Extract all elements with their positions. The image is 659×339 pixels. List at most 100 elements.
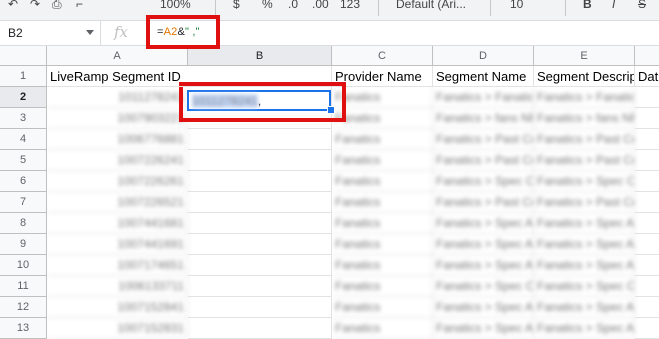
segment-description-cell[interactable]: Fanatics > Past Consumers who hav: [534, 150, 635, 171]
data-cell[interactable]: [635, 87, 659, 108]
segment-name-cell[interactable]: Fanatics > Past Consumers who hav: [433, 129, 534, 150]
undo-icon[interactable]: ↶: [8, 0, 18, 14]
data-cell[interactable]: [635, 129, 659, 150]
provider-name-cell[interactable]: Fanatics: [332, 255, 433, 276]
provider-name-cell[interactable]: Fanatics: [332, 87, 433, 108]
concat-cell[interactable]: [188, 297, 332, 318]
data-cell[interactable]: [635, 234, 659, 255]
segment-name-cell[interactable]: Fanatics > Spec Consumers who hav: [433, 171, 534, 192]
header-cell-segment-description[interactable]: Segment Descripti: [534, 66, 635, 87]
provider-name-cell[interactable]: Fanatics: [332, 192, 433, 213]
segment-name-cell[interactable]: Fanatics > Past Consumers who hav: [433, 192, 534, 213]
concat-cell[interactable]: [188, 213, 332, 234]
redo-icon[interactable]: ↷: [30, 0, 40, 14]
segment-name-cell[interactable]: Fanatics > Spec A segment that con: [433, 213, 534, 234]
row-header[interactable]: 13: [0, 318, 47, 339]
concat-cell[interactable]: [188, 129, 332, 150]
segment-name-cell[interactable]: Fanatics > Spec A segment that con: [433, 255, 534, 276]
segment-id-cell[interactable]: 1007226241: [47, 150, 188, 171]
paint-format-icon[interactable]: ⌐: [76, 0, 83, 14]
print-icon[interactable]: ⎙: [52, 0, 62, 14]
data-cell[interactable]: [635, 108, 659, 129]
segment-description-cell[interactable]: Fanatics > Past Consumers who hav: [534, 192, 635, 213]
header-cell-b[interactable]: [188, 66, 332, 87]
column-header-c[interactable]: C: [332, 46, 433, 66]
concat-cell[interactable]: [188, 276, 332, 297]
segment-id-cell[interactable]: 1006133711: [47, 276, 188, 297]
provider-name-cell[interactable]: Fanatics: [332, 318, 433, 339]
segment-description-cell[interactable]: Fanatics > Spec A segment that con: [534, 297, 635, 318]
segment-name-cell[interactable]: Fanatics > Fanatics_Amazon_NFL_ca: [433, 87, 534, 108]
segment-id-cell[interactable]: 1007226521: [47, 192, 188, 213]
segment-name-cell[interactable]: Fanatics > Spec A segment that con: [433, 318, 534, 339]
concat-cell[interactable]: [188, 318, 332, 339]
column-header-b[interactable]: B: [188, 46, 332, 66]
data-cell[interactable]: [635, 255, 659, 276]
data-cell[interactable]: [635, 297, 659, 318]
active-cell-editor[interactable]: 1011278241,: [187, 90, 331, 111]
segment-id-cell[interactable]: 1007903221: [47, 108, 188, 129]
concat-cell[interactable]: [188, 150, 332, 171]
segment-description-cell[interactable]: Fanatics > Spec A segment that con: [534, 213, 635, 234]
increase-decimal-button[interactable]: .00: [312, 0, 329, 14]
provider-name-cell[interactable]: Fanatics: [332, 129, 433, 150]
row-header[interactable]: 6: [0, 171, 47, 192]
row-header[interactable]: 11: [0, 276, 47, 297]
segment-id-cell[interactable]: 1007152831: [47, 318, 188, 339]
italic-icon[interactable]: I: [612, 0, 615, 14]
segment-description-cell[interactable]: Fanatics > Spec Consumers who hav: [534, 171, 635, 192]
provider-name-cell[interactable]: Fanatics: [332, 213, 433, 234]
data-cell[interactable]: [635, 171, 659, 192]
column-header-d[interactable]: D: [433, 46, 534, 66]
segment-name-cell[interactable]: Fanatics > fans NFL past Season Pa: [433, 108, 534, 129]
segment-description-cell[interactable]: Fanatics > Spec A segment that con: [534, 318, 635, 339]
segment-name-cell[interactable]: Fanatics > Spec Consumers who hav: [433, 276, 534, 297]
row-header[interactable]: 3: [0, 108, 47, 129]
currency-format-button[interactable]: $: [233, 0, 240, 14]
more-formats-button[interactable]: 123: [340, 0, 360, 14]
concat-cell[interactable]: [188, 108, 332, 129]
select-all-corner[interactable]: [0, 46, 47, 66]
provider-name-cell[interactable]: Fanatics: [332, 234, 433, 255]
concat-cell[interactable]: [188, 234, 332, 255]
data-cell[interactable]: [635, 213, 659, 234]
row-header[interactable]: 12: [0, 297, 47, 318]
data-cell[interactable]: [635, 150, 659, 171]
row-header[interactable]: 8: [0, 213, 47, 234]
fill-handle[interactable]: [327, 106, 335, 114]
font-select[interactable]: Default (Ari...: [396, 0, 466, 14]
provider-name-cell[interactable]: Fanatics: [332, 171, 433, 192]
zoom-select[interactable]: 100%: [160, 0, 191, 14]
row-header[interactable]: 9: [0, 234, 47, 255]
segment-id-cell[interactable]: 1007174651: [47, 255, 188, 276]
header-cell-segment-name[interactable]: Segment Name: [433, 66, 534, 87]
percent-format-button[interactable]: %: [262, 0, 273, 14]
row-header[interactable]: 7: [0, 192, 47, 213]
strikethrough-icon[interactable]: S: [638, 0, 646, 14]
row-header[interactable]: 2: [0, 87, 47, 108]
segment-description-cell[interactable]: Fanatics > Spec A segment that con: [534, 255, 635, 276]
formula-input[interactable]: =A2&" ,": [157, 26, 200, 38]
column-header-e[interactable]: E: [534, 46, 635, 66]
segment-id-cell[interactable]: 1007441691: [47, 234, 188, 255]
concat-cell[interactable]: [188, 255, 332, 276]
row-header[interactable]: 5: [0, 150, 47, 171]
row-header[interactable]: 1: [0, 66, 47, 87]
data-cell[interactable]: [635, 192, 659, 213]
segment-id-cell[interactable]: 1007226261: [47, 171, 188, 192]
segment-id-cell[interactable]: 1011278241: [47, 87, 188, 108]
concat-cell[interactable]: [188, 171, 332, 192]
column-header-f[interactable]: [635, 46, 659, 66]
segment-name-cell[interactable]: Fanatics > Spec A segment that con: [433, 297, 534, 318]
segment-description-cell[interactable]: Fanatics > fans NFL past Season Pa: [534, 108, 635, 129]
provider-name-cell[interactable]: Fanatics: [332, 108, 433, 129]
header-cell-provider-name[interactable]: Provider Name: [332, 66, 433, 87]
name-box[interactable]: B2: [0, 21, 101, 45]
segment-description-cell[interactable]: Fanatics > Spec A segment that con: [534, 234, 635, 255]
segment-id-cell[interactable]: 1006776881: [47, 129, 188, 150]
provider-name-cell[interactable]: Fanatics: [332, 276, 433, 297]
segment-name-cell[interactable]: Fanatics > Past Consumers who hav: [433, 150, 534, 171]
segment-description-cell[interactable]: Fanatics > Spec Consumers who hav: [534, 276, 635, 297]
segment-id-cell[interactable]: 1007152841: [47, 297, 188, 318]
data-cell[interactable]: [635, 318, 659, 339]
